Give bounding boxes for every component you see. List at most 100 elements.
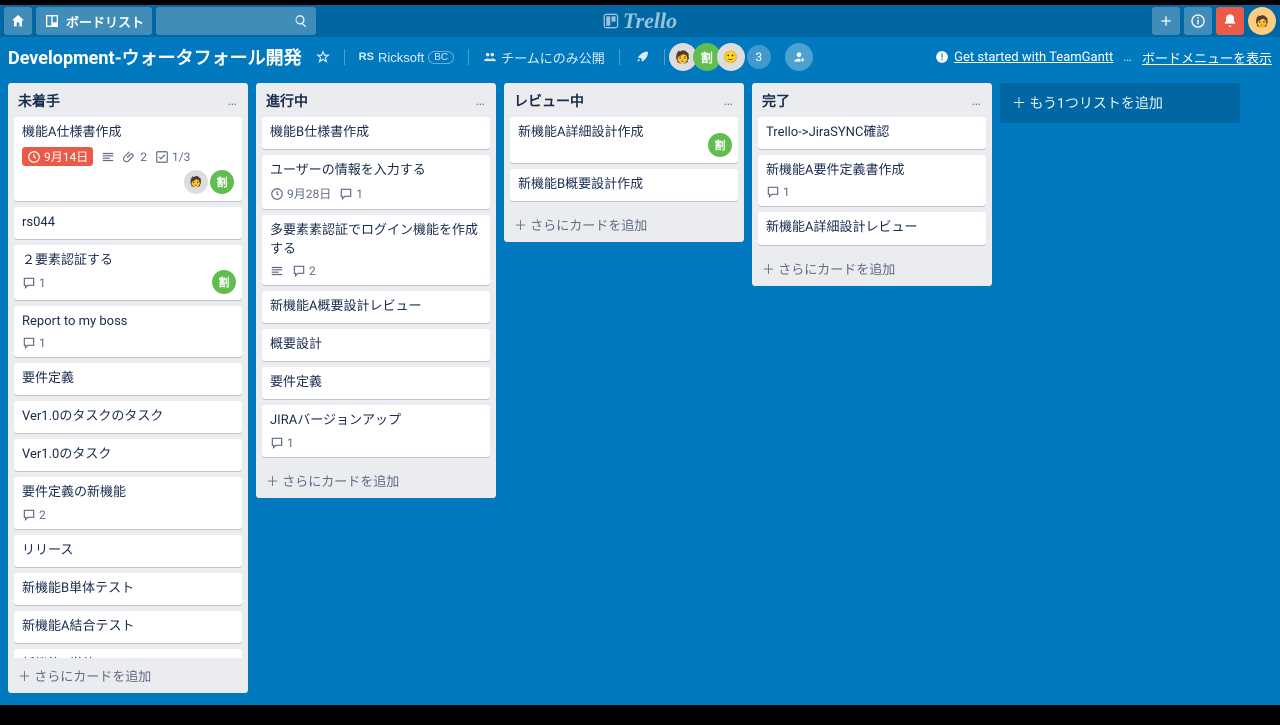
notifications-button[interactable] (1216, 7, 1244, 35)
trello-logo[interactable]: Trello (603, 8, 677, 34)
card-title: ユーザーの情報を入力する (270, 162, 482, 180)
card-title: 新機能B単体テスト (22, 580, 234, 598)
card[interactable]: リリース (14, 535, 242, 567)
info-button[interactable] (1184, 7, 1212, 35)
card[interactable]: rs044 (14, 207, 242, 239)
team-logo: RS (359, 51, 374, 63)
add-list-button[interactable]: ＋ もう1つリストを追加 (1000, 83, 1240, 123)
card[interactable]: Report to my boss 1 (14, 306, 242, 357)
member-avatar[interactable]: 🧑 (184, 170, 208, 194)
member-avatar[interactable]: 割 (210, 170, 234, 194)
card[interactable]: ２要素認証する 1 割 (14, 245, 242, 299)
card[interactable]: 新機能A結合テスト (14, 611, 242, 643)
comment-badge: 1 (22, 336, 46, 350)
card[interactable]: Trello->JiraSYNC確認 (758, 117, 986, 149)
logo-icon (603, 13, 619, 29)
member-avatar[interactable]: 🙂 (717, 43, 745, 71)
team-button[interactable]: RS Ricksoft BC (353, 46, 460, 69)
card-title: rs044 (22, 214, 234, 232)
card[interactable]: 新機能A概要設計レビュー (262, 291, 490, 323)
comment-badge: 1 (339, 187, 363, 201)
comment-badge: 1 (270, 436, 294, 450)
home-button[interactable] (4, 7, 32, 35)
list-cards: 機能B仕様書作成ユーザーの情報を入力する9月28日1 多要素素認証でログイン機能を… (256, 117, 496, 463)
list-menu-button[interactable]: … (228, 93, 238, 109)
star-icon (316, 50, 330, 64)
card-title: JIRAバージョンアップ (270, 412, 482, 430)
search-input[interactable] (156, 7, 316, 35)
powerup-button[interactable] (628, 45, 656, 69)
list-cards: Trello->JiraSYNC確認新機能A要件定義書作成1 新機能A詳細設計レビ… (752, 117, 992, 251)
boards-button[interactable]: ボードリスト (36, 7, 152, 35)
teamgantt-link[interactable]: Get started with TeamGantt (935, 50, 1113, 65)
card[interactable]: Ver1.0のタスク (14, 439, 242, 471)
card[interactable]: 新機能A要件定義書作成1 (758, 155, 986, 206)
list-cards: 新機能A詳細設計作成割新機能B概要設計作成 (504, 117, 744, 207)
invite-button[interactable] (785, 43, 813, 71)
card[interactable]: 要件定義の新機能 2 (14, 477, 242, 528)
card[interactable]: 新機能A詳細設計レビュー (758, 212, 986, 244)
card-title: 多要素素認証でログイン機能を作成する (270, 222, 482, 258)
list-title[interactable]: レビュー中 (514, 91, 584, 111)
card-title: Report to my boss (22, 313, 234, 331)
list: 未着手 …機能A仕様書作成9月14日21/3🧑割rs044２要素認証する1割Re… (8, 83, 248, 693)
comment-badge: 1 (22, 276, 46, 290)
board-title[interactable]: Development-ウォータフォール開発 (8, 44, 302, 70)
card[interactable]: 機能A仕様書作成9月14日21/3🧑割 (14, 117, 242, 201)
card[interactable]: 新機能A詳細設計作成割 (510, 117, 738, 163)
card[interactable]: 機能B仕様書作成 (262, 117, 490, 149)
star-button[interactable] (310, 46, 336, 68)
list-menu-button[interactable]: … (724, 93, 734, 109)
add-card-button[interactable]: ＋ さらにカードを追加 (8, 658, 248, 693)
card[interactable]: 新機能A単体テスト (14, 649, 242, 658)
attachment-badge: 2 (123, 150, 147, 164)
comment-badge: 2 (22, 508, 46, 522)
list-menu-button[interactable]: … (972, 93, 982, 109)
list: 完了 … Trello->JiraSYNC確認新機能A要件定義書作成1 新機能A詳細… (752, 83, 992, 286)
member-avatar[interactable]: 割 (708, 133, 732, 157)
home-icon (10, 13, 26, 29)
card[interactable]: 新機能B単体テスト (14, 573, 242, 605)
card-title: 機能A仕様書作成 (22, 124, 234, 142)
card-title: 要件定義の新機能 (22, 484, 234, 502)
card-title: 新機能A結合テスト (22, 618, 234, 636)
card-members: 🧑割 (22, 170, 234, 194)
card[interactable]: 要件定義 (262, 367, 490, 399)
list-cards: 機能A仕様書作成9月14日21/3🧑割rs044２要素認証する1割Report … (8, 117, 248, 658)
card[interactable]: 新機能B概要設計作成 (510, 169, 738, 201)
board-canvas: 未着手 …機能A仕様書作成9月14日21/3🧑割rs044２要素認証する1割Re… (0, 77, 1280, 705)
list-title[interactable]: 進行中 (266, 91, 308, 111)
list-menu-button[interactable]: … (476, 93, 486, 109)
more-dots[interactable]: … (1123, 50, 1132, 65)
member-count[interactable]: 3 (747, 45, 771, 69)
description-badge (270, 264, 284, 278)
card-title: ２要素認証する (22, 252, 234, 270)
visibility-button[interactable]: チームにのみ公開 (477, 44, 611, 71)
member-avatar[interactable]: 割 (212, 270, 236, 294)
card[interactable]: 多要素素認証でログイン機能を作成する 2 (262, 215, 490, 284)
card[interactable]: JIRAバージョンアップ 1 (262, 405, 490, 456)
add-card-button[interactable]: ＋ さらにカードを追加 (504, 207, 744, 242)
card[interactable]: ユーザーの情報を入力する9月28日1 (262, 155, 490, 209)
card[interactable]: 概要設計 (262, 329, 490, 361)
add-card-button[interactable]: ＋ さらにカードを追加 (752, 251, 992, 286)
list-title[interactable]: 完了 (762, 91, 790, 111)
card-title: リリース (22, 542, 234, 560)
bell-icon (1222, 13, 1238, 29)
list-title[interactable]: 未着手 (18, 91, 60, 111)
board-members[interactable]: 🧑 割 🙂 3 (673, 43, 771, 71)
card-title: 要件定義 (22, 370, 234, 388)
add-card-button[interactable]: ＋ さらにカードを追加 (256, 463, 496, 498)
card-title: 概要設計 (270, 336, 482, 354)
checklist-badge: 1/3 (155, 150, 190, 164)
card[interactable]: 要件定義 (14, 363, 242, 395)
card[interactable]: Ver1.0のタスクのタスク (14, 401, 242, 433)
card-title: Trello->JiraSYNC確認 (766, 124, 978, 142)
description-badge (101, 150, 115, 164)
user-avatar[interactable]: 🧑 (1248, 7, 1276, 35)
card-title: 新機能A詳細設計レビュー (766, 219, 978, 237)
comment-badge: 2 (292, 264, 316, 278)
card-title: 新機能A要件定義書作成 (766, 162, 978, 180)
create-button[interactable] (1152, 7, 1180, 35)
show-menu-link[interactable]: ボードメニューを表示 (1142, 48, 1272, 67)
